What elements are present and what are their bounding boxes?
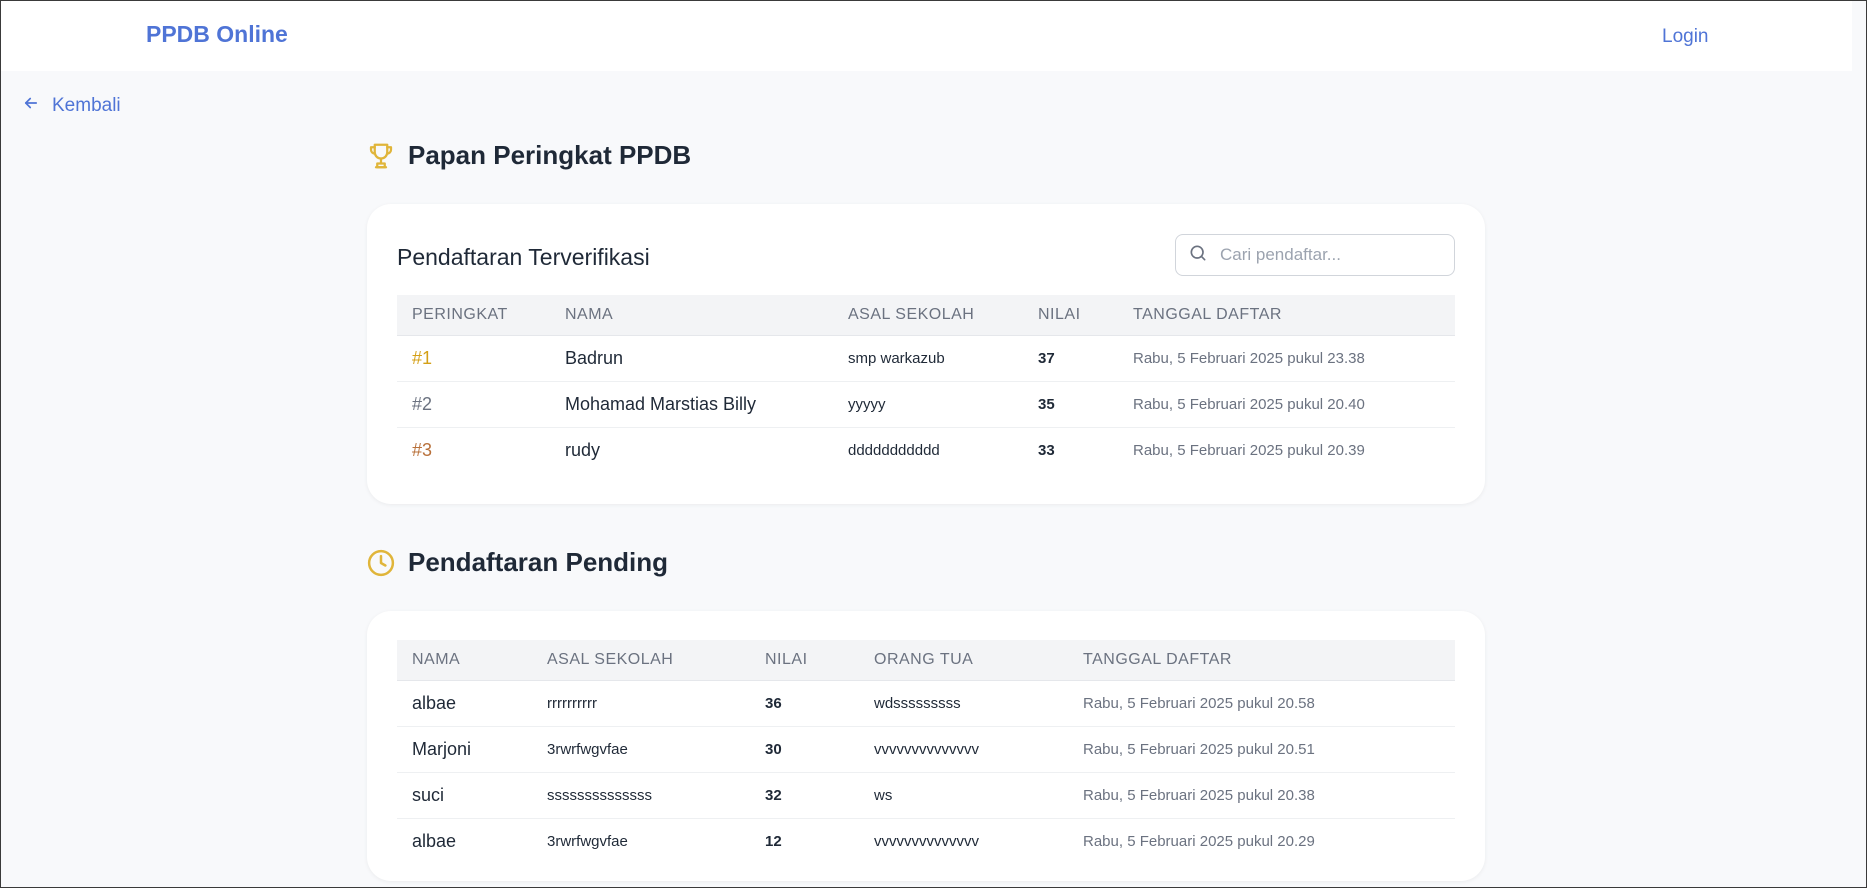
table-row[interactable]: Marjoni 3rwrfwgvfae 30 vvvvvvvvvvvvvv Ra… (397, 726, 1455, 773)
school-cell: smp warkazub (833, 335, 1023, 382)
search-icon (1176, 243, 1208, 268)
score-cell: 33 (1038, 442, 1055, 459)
clock-icon (366, 548, 396, 578)
parent-cell: vvvvvvvvvvvvvv (859, 726, 1068, 773)
name-cell: rudy (565, 440, 601, 460)
parent-cell: vvvvvvvvvvvvvv (874, 833, 979, 850)
column-header: ORANG TUA (859, 640, 1068, 681)
table-row[interactable]: albae 3rwrfwgvfae 12 vvvvvvvvvvvvvv Rabu… (397, 819, 1455, 865)
login-link[interactable]: Login (1662, 26, 1709, 48)
arrow-left-icon (22, 94, 40, 118)
date-cell: Rabu, 5 Februari 2025 pukul 20.39 (1133, 442, 1365, 459)
table-row[interactable]: suci ssssssssssssss 32 ws Rabu, 5 Februa… (397, 772, 1455, 819)
date-cell: Rabu, 5 Februari 2025 pukul 20.51 (1068, 726, 1455, 773)
school-cell: yyyyy (833, 381, 1023, 428)
search-input[interactable] (1218, 244, 1442, 266)
date-cell: Rabu, 5 Februari 2025 pukul 20.40 (1118, 381, 1455, 428)
table-row[interactable]: #3 rudy ddddddddddd 33 Rabu, 5 Februari … (397, 428, 1455, 474)
score-cell: 35 (1023, 381, 1118, 428)
rank-cell: #2 (397, 381, 550, 428)
score-cell: 32 (750, 772, 859, 819)
column-header: NILAI (750, 640, 859, 681)
score-cell: 30 (750, 726, 859, 773)
name-cell: Marjoni (397, 726, 532, 773)
verified-card-title: Pendaftaran Terverifikasi (397, 244, 650, 270)
brand-logo[interactable]: PPDB Online (146, 21, 288, 48)
pending-title: Pendaftaran Pending (408, 547, 669, 577)
column-header: NAMA (397, 640, 532, 681)
table-row[interactable]: #2 Mohamad Marstias Billy yyyyy 35 Rabu,… (397, 381, 1455, 428)
name-cell: suci (397, 772, 532, 819)
page-title: Papan Peringkat PPDB (408, 140, 692, 170)
pending-heading: Pendaftaran Pending (366, 547, 668, 578)
column-header: TANGGAL DAFTAR (1118, 295, 1455, 336)
pending-table: NAMA ASAL SEKOLAH NILAI ORANG TUA TANGGA… (397, 640, 1455, 864)
school-cell: ddddddddddd (848, 442, 940, 459)
date-cell: Rabu, 5 Februari 2025 pukul 20.38 (1068, 772, 1455, 819)
pending-card: NAMA ASAL SEKOLAH NILAI ORANG TUA TANGGA… (367, 611, 1485, 881)
name-cell: Mohamad Marstias Billy (550, 381, 833, 428)
back-label: Kembali (52, 95, 121, 116)
column-header: TANGGAL DAFTAR (1068, 640, 1455, 681)
top-navbar: PPDB Online Login (1, 1, 1852, 71)
parent-cell: wdsssssssss (859, 680, 1068, 727)
school-cell: ssssssssssssss (532, 772, 750, 819)
date-cell: Rabu, 5 Februari 2025 pukul 23.38 (1118, 335, 1455, 382)
table-header-row: NAMA ASAL SEKOLAH NILAI ORANG TUA TANGGA… (397, 640, 1455, 681)
column-header: ASAL SEKOLAH (833, 295, 1023, 336)
trophy-icon (366, 141, 396, 171)
back-link[interactable]: Kembali (22, 94, 121, 118)
search-box[interactable] (1175, 234, 1455, 276)
parent-cell: ws (859, 772, 1068, 819)
school-cell: 3rwrfwgvfae (532, 726, 750, 773)
date-cell: Rabu, 5 Februari 2025 pukul 20.29 (1083, 833, 1315, 850)
name-cell: albae (412, 831, 457, 851)
rank-cell: #1 (397, 335, 550, 382)
score-cell: 37 (1023, 335, 1118, 382)
leaderboard-heading: Papan Peringkat PPDB (366, 140, 691, 171)
table-row[interactable]: #1 Badrun smp warkazub 37 Rabu, 5 Februa… (397, 335, 1455, 382)
name-cell: albae (397, 680, 532, 727)
column-header: PERINGKAT (397, 295, 550, 336)
column-header: NILAI (1023, 295, 1118, 336)
name-cell: Badrun (550, 335, 833, 382)
score-cell: 36 (750, 680, 859, 727)
table-row[interactable]: albae rrrrrrrrrr 36 wdsssssssss Rabu, 5 … (397, 680, 1455, 727)
school-cell: 3rwrfwgvfae (547, 833, 628, 850)
verified-table: PERINGKAT NAMA ASAL SEKOLAH NILAI TANGGA… (397, 295, 1455, 473)
column-header: NAMA (550, 295, 833, 336)
column-header: ASAL SEKOLAH (532, 640, 750, 681)
score-cell: 12 (765, 833, 782, 850)
table-header-row: PERINGKAT NAMA ASAL SEKOLAH NILAI TANGGA… (397, 295, 1455, 336)
verified-card: Pendaftaran Terverifikasi PERINGKAT NAMA… (367, 204, 1485, 504)
date-cell: Rabu, 5 Februari 2025 pukul 20.58 (1068, 680, 1455, 727)
rank-cell: #3 (412, 440, 433, 460)
school-cell: rrrrrrrrrr (532, 680, 750, 727)
